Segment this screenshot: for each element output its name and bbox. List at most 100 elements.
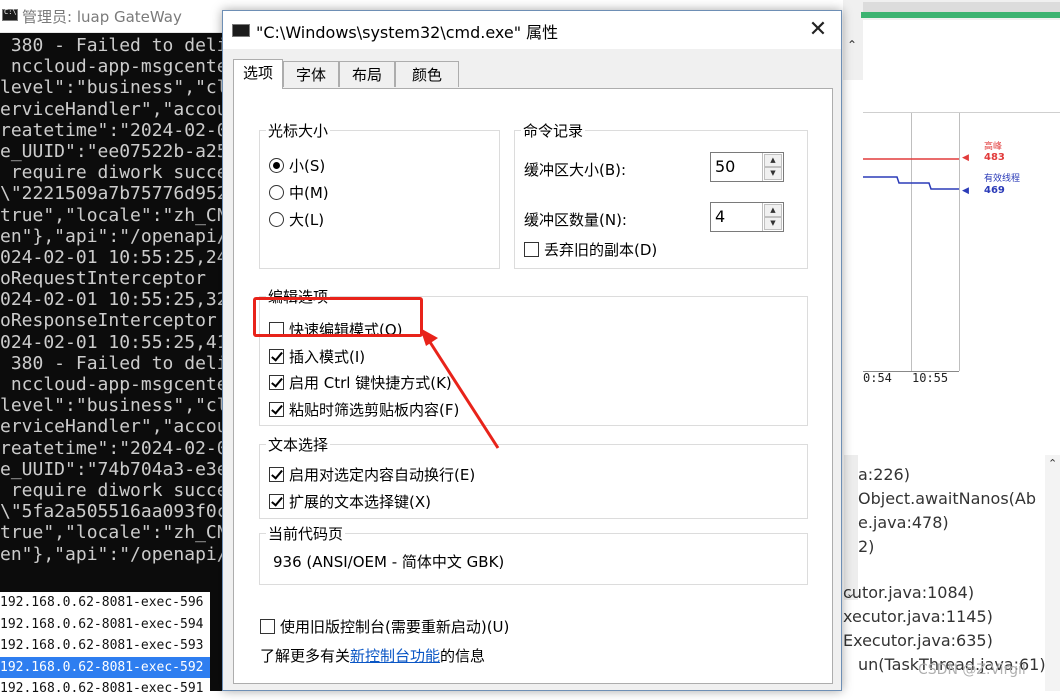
buffer-count-label: 缓冲区数量(N):	[524, 211, 627, 229]
quick-edit-mode-option[interactable]: 快速编辑模式(Q)	[269, 319, 403, 340]
codepage-value: 936 (ANSI/OEM - 简体中文 GBK)	[273, 553, 505, 571]
ctrl-shortcuts-option[interactable]: 启用 Ctrl 键快捷方式(K)	[269, 372, 452, 393]
buffer-count-stepper[interactable]: 4 ▲ ▼	[710, 202, 784, 232]
active-legend-value: 469	[984, 185, 1005, 196]
quick-edit-mode-checkbox[interactable]	[269, 322, 284, 337]
cursor-size-medium-radio[interactable]	[269, 185, 284, 200]
spin-up-icon[interactable]: ▲	[764, 154, 782, 167]
legacy-console-option[interactable]: 使用旧版控制台(需要重新启动)(U)	[260, 616, 509, 637]
learn-more-prefix: 了解更多有关	[260, 647, 351, 665]
learn-more-suffix: 的信息	[440, 647, 486, 665]
insert-mode-option[interactable]: 插入模式(I)	[269, 346, 365, 367]
codepage-group: 当前代码页 936 (ANSI/OEM - 简体中文 GBK)	[259, 523, 808, 585]
thread-list-item[interactable]: 192.168.0.62-8081-exec-594	[0, 614, 210, 636]
scroll-up-icon[interactable]: ⌃	[847, 38, 857, 52]
buffer-count-value[interactable]: 4	[715, 207, 725, 226]
cursor-size-small-label: 小(S)	[289, 157, 326, 175]
options-panel: 光标大小 小(S) 中(M) 大(L) 命令记录 缓冲区大小(B): 50 ▲ ▼ …	[233, 88, 833, 684]
console-line: \"2221509a7b75776d952	[0, 183, 222, 205]
learn-more-text: 了解更多有关 新控制台功能 的信息	[260, 645, 485, 666]
progress-strip	[861, 12, 1060, 18]
insert-mode-checkbox[interactable]	[269, 348, 284, 364]
edit-options-legend: 编辑选项	[266, 286, 331, 307]
line-wrap-selection-checkbox[interactable]	[269, 467, 284, 482]
close-button[interactable]: ✕	[803, 15, 833, 45]
tab-colors[interactable]: 颜色	[395, 61, 459, 87]
cursor-size-medium-label: 中(M)	[289, 184, 329, 202]
console-line: true","locale":"zh_CN	[0, 204, 222, 226]
text-selection-group: 文本选择 启用对选定内容自动换行(E) 扩展的文本选择键(X)	[259, 434, 808, 519]
console-line: oRequestInterceptor	[0, 268, 222, 290]
tab-font[interactable]: 字体	[283, 61, 339, 87]
discard-checkbox[interactable]	[524, 242, 539, 257]
peak-legend-label: 高峰	[984, 142, 1003, 152]
console-line: level":"business","cl	[0, 395, 222, 417]
cmd-icon	[2, 8, 18, 21]
active-line	[863, 176, 959, 190]
thread-list-item[interactable]: 192.168.0.62-8081-exec-592	[0, 656, 210, 678]
buffer-size-label: 缓冲区大小(B):	[524, 161, 627, 179]
filter-clipboard-option[interactable]: 粘贴时筛选剪贴板内容(F)	[269, 399, 459, 420]
console-line: 380 - Failed to deli	[0, 35, 222, 56]
console-title: 管理员: luap GateWay	[22, 8, 182, 26]
cursor-size-large-radio[interactable]	[269, 212, 284, 227]
spin-down-icon[interactable]: ▼	[764, 217, 782, 230]
stack-scrollbar[interactable]: ⌄	[844, 455, 858, 600]
console-line: en"},"api":"/openapi/	[0, 543, 222, 565]
discard-old-duplicates-option[interactable]: 丢弃旧的副本(D)	[524, 239, 657, 260]
thread-list: 192.168.0.62-8081-exec-596 192.168.0.62-8…	[0, 592, 210, 696]
quick-edit-mode-label: 快速编辑模式(Q)	[289, 321, 403, 339]
console-line: 380 - Failed to deli	[0, 352, 222, 374]
console-titlebar: 管理员: luap GateWay	[0, 0, 224, 33]
watermark: CSDN @Z.Virgil	[918, 662, 1026, 678]
cursor-size-small-option[interactable]: 小(S)	[269, 155, 325, 176]
cursor-size-large-label: 大(L)	[289, 211, 325, 229]
filter-clipboard-checkbox[interactable]	[269, 401, 284, 417]
stack-trace-panel: ⌄ ⌃ a:226) Object.awaitNanos(Ab e.java:478…	[843, 455, 1060, 691]
filter-clipboard-label: 粘贴时筛选剪贴板内容(F)	[289, 400, 460, 419]
cursor-size-small-radio[interactable]	[269, 158, 284, 173]
stack-trace-line: Object.awaitNanos(Ab	[858, 489, 1036, 508]
extended-selection-keys-option[interactable]: 扩展的文本选择键(X)	[269, 491, 431, 512]
console-line: \"5fa2a505516aa093f0c	[0, 501, 222, 523]
stack-trace-line: a:226)	[858, 465, 910, 484]
insert-mode-label: 插入模式(I)	[289, 347, 366, 366]
scroll-up-icon[interactable]: ⌃	[1048, 457, 1057, 470]
buffer-size-stepper[interactable]: 50 ▲ ▼	[710, 152, 784, 182]
discard-label: 丢弃旧的副本(D)	[544, 241, 658, 259]
thread-list-item[interactable]: 192.168.0.62-8081-exec-593	[0, 635, 210, 657]
buffer-count-arrows: ▲ ▼	[762, 203, 783, 231]
thread-list-item[interactable]: 192.168.0.62-8081-exec-591	[0, 678, 210, 700]
monitor-scrollbar[interactable]: ⌃	[843, 20, 863, 80]
cursor-size-large-option[interactable]: 大(L)	[269, 209, 324, 230]
dialog-title: "C:\Windows\system32\cmd.exe" 属性	[256, 23, 559, 42]
tab-options[interactable]: 选项	[233, 59, 283, 89]
cursor-size-group: 光标大小 小(S) 中(M) 大(L)	[259, 120, 500, 269]
command-history-group: 命令记录 缓冲区大小(B): 50 ▲ ▼ 缓冲区数量(N): 4 ▲ ▼ 丢弃…	[514, 120, 808, 269]
ctrl-shortcuts-checkbox[interactable]	[269, 375, 284, 390]
legacy-console-checkbox[interactable]	[260, 619, 275, 634]
console-line: 024-02-01 10:55:25,32	[0, 289, 222, 311]
new-console-features-link[interactable]: 新控制台功能	[350, 645, 440, 666]
text-selection-legend: 文本选择	[266, 434, 331, 455]
console-line: reatetime":"2024-02-0	[0, 119, 222, 141]
command-history-legend: 命令记录	[521, 120, 586, 141]
properties-dialog: "C:\Windows\system32\cmd.exe" 属性 ✕ 选项 字体…	[222, 10, 842, 691]
extended-selection-keys-checkbox[interactable]	[269, 493, 284, 509]
line-wrap-selection-option[interactable]: 启用对选定内容自动换行(E)	[269, 464, 475, 485]
spin-down-icon[interactable]: ▼	[764, 167, 782, 180]
console-line: reatetime":"2024-02-0	[0, 437, 222, 459]
tab-layout[interactable]: 布局	[339, 61, 395, 87]
cursor-size-legend: 光标大小	[266, 120, 331, 141]
console-line: require diwork succe	[0, 479, 222, 501]
stack-trace-line: xecutor.java:1145)	[843, 607, 993, 626]
stack-trace-line: cutor.java:1084)	[843, 583, 975, 602]
cursor-size-medium-option[interactable]: 中(M)	[269, 182, 329, 203]
stack-trace-line: 2)	[858, 537, 875, 556]
stack-right-scrollbar[interactable]: ⌃	[1045, 455, 1060, 691]
console-line: erviceHandler","accou	[0, 416, 222, 438]
thread-list-item[interactable]: 192.168.0.62-8081-exec-596	[0, 592, 210, 614]
buffer-size-value[interactable]: 50	[715, 157, 735, 176]
monitor-toolbar	[843, 0, 1060, 20]
spin-up-icon[interactable]: ▲	[764, 204, 782, 217]
